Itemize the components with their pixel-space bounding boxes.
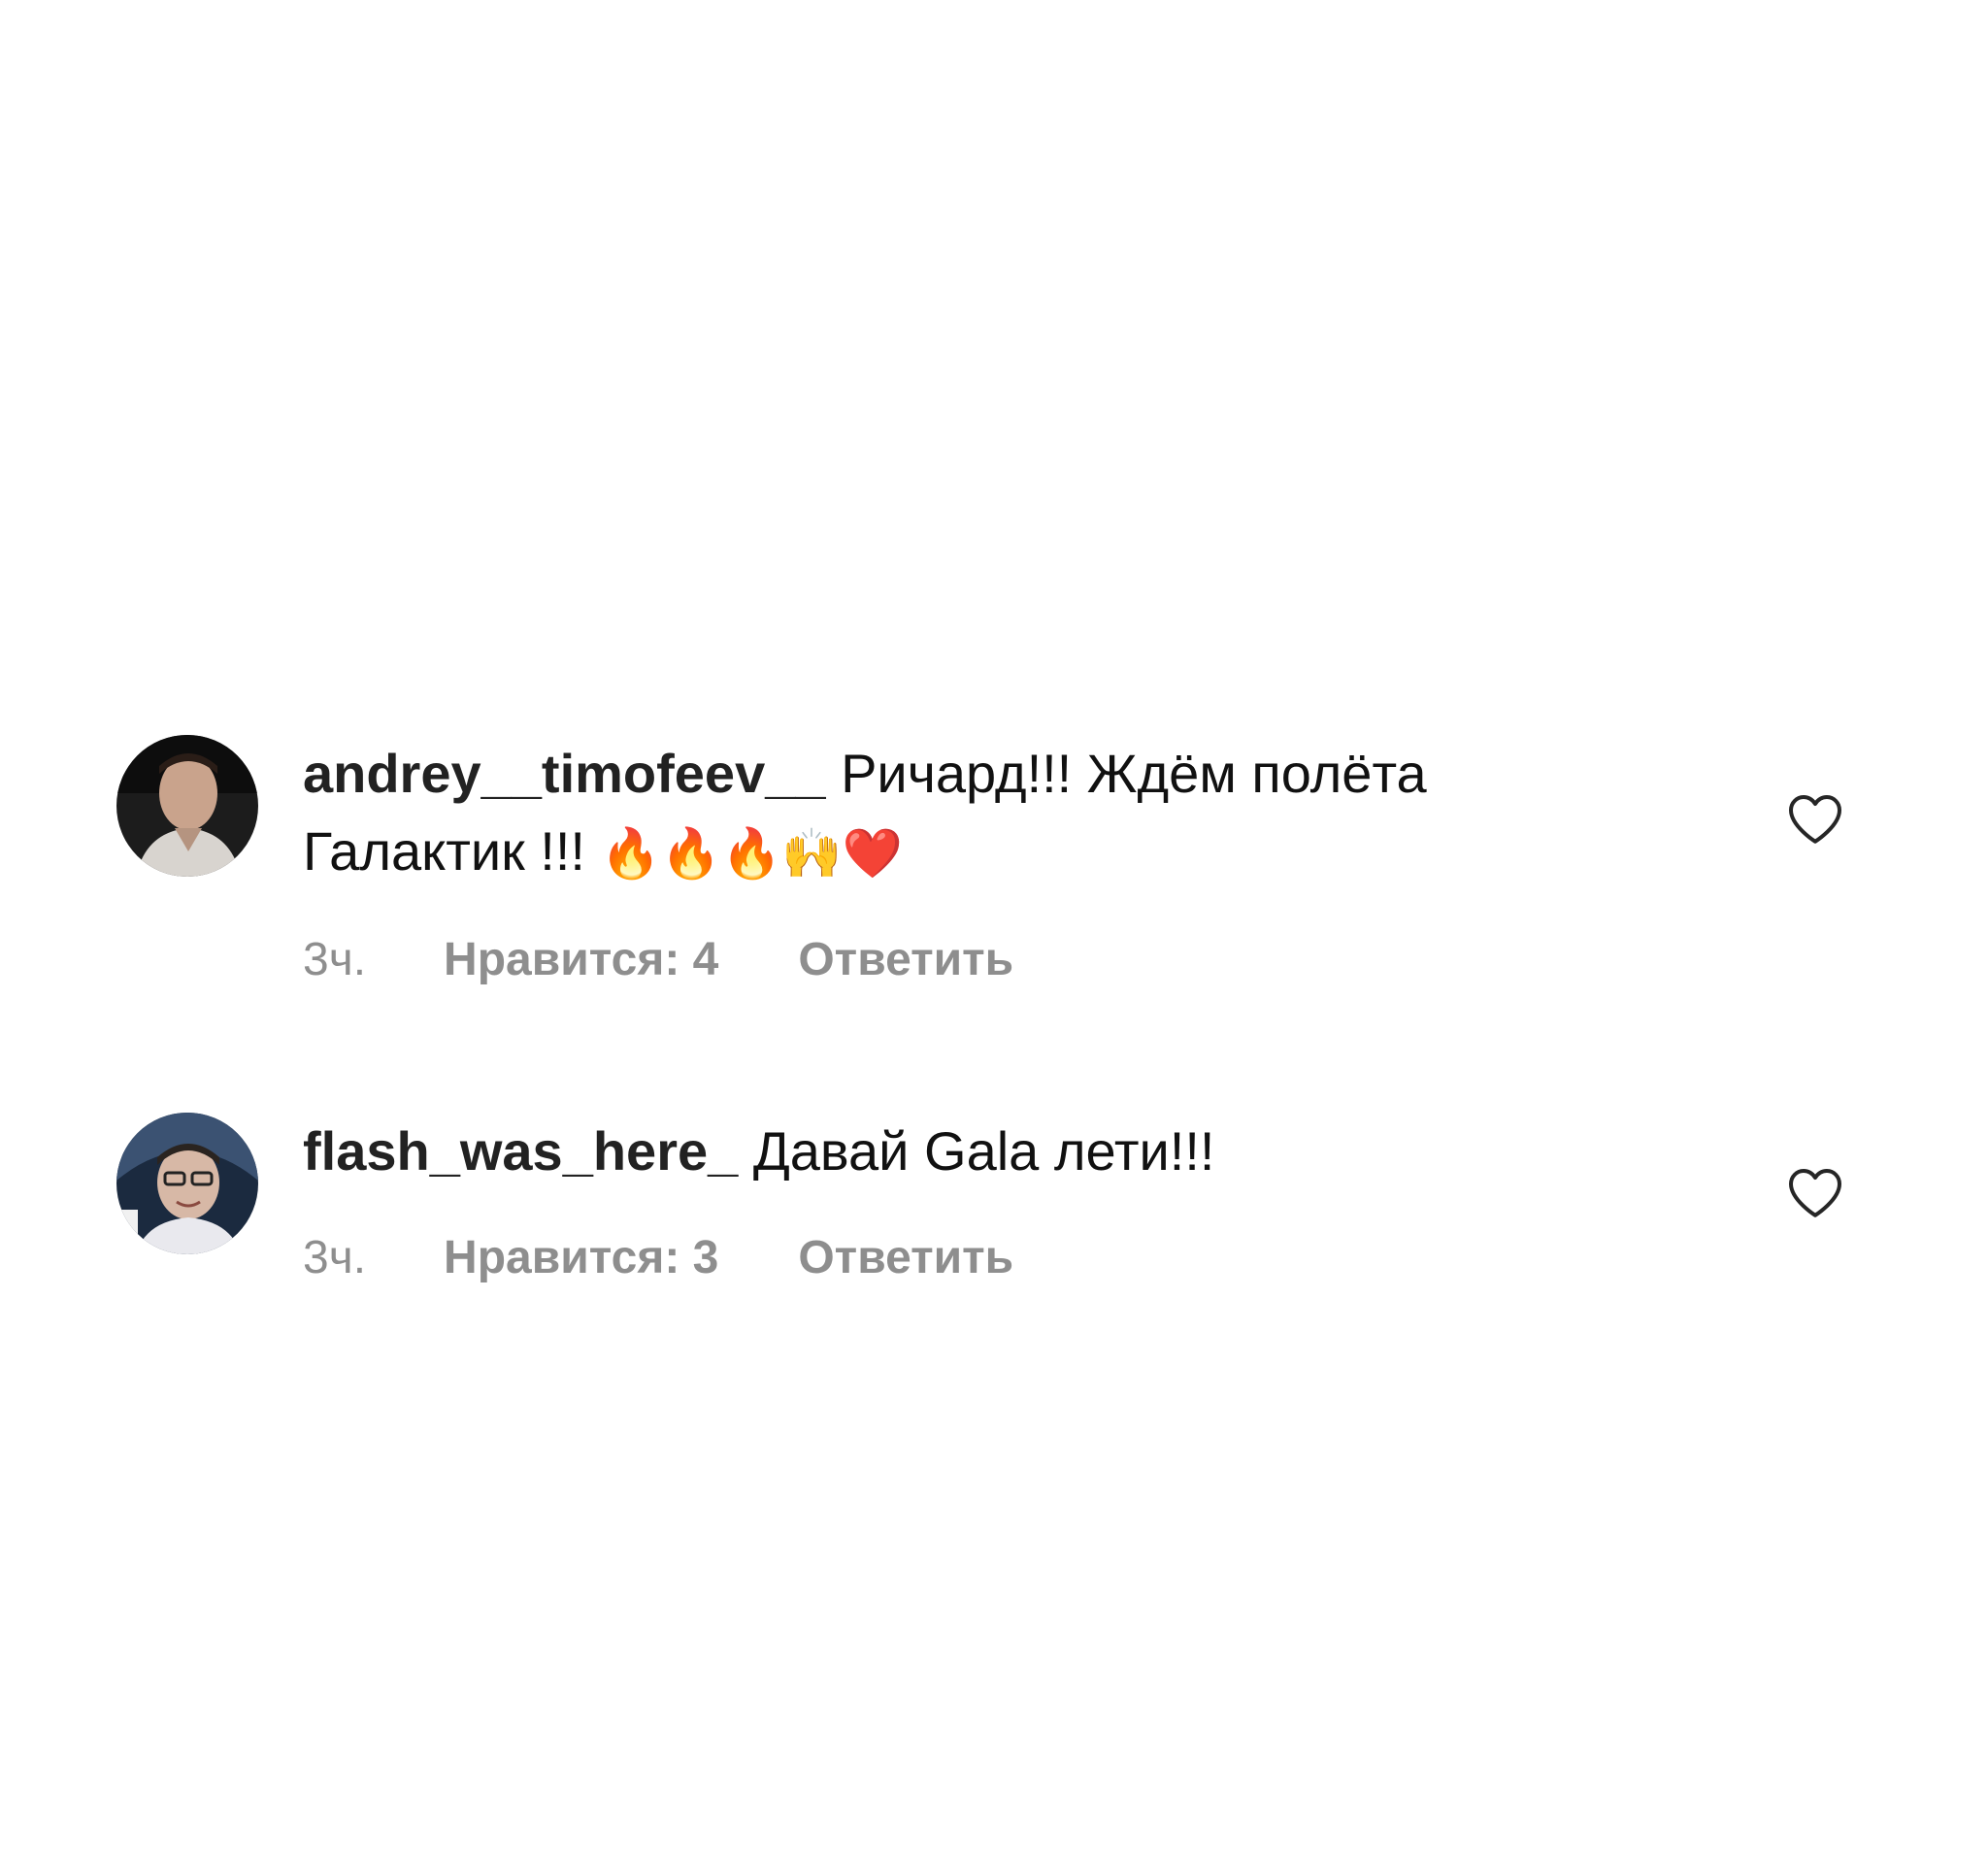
comment-message-line1: Ричард!!! Ждём полёта bbox=[841, 743, 1427, 804]
comment-timestamp[interactable]: 3ч. bbox=[303, 933, 366, 986]
comment-text: andrey__timofeev__ Ричард!!! Ждём полёта… bbox=[303, 735, 1681, 892]
comment-timestamp[interactable]: 3ч. bbox=[303, 1231, 366, 1284]
emoji-reactions: 🔥🔥🔥🙌❤️ bbox=[600, 825, 903, 882]
avatar-photo-icon bbox=[116, 735, 258, 877]
comment-meta: 3ч. Нравится: 4 Ответить bbox=[303, 933, 1681, 986]
likes-count[interactable]: Нравится: 3 bbox=[444, 1231, 718, 1284]
avatar[interactable] bbox=[116, 1113, 258, 1254]
heart-icon[interactable] bbox=[1786, 1165, 1844, 1219]
comment-body: flash_was_here_ Давай Gala лети!!! 3ч. Н… bbox=[303, 1113, 1681, 1284]
avatar-photo-icon bbox=[116, 1113, 258, 1254]
heart-icon[interactable] bbox=[1786, 791, 1844, 846]
comment-text: flash_was_here_ Давай Gala лети!!! bbox=[303, 1113, 1681, 1190]
reply-button[interactable]: Ответить bbox=[798, 1231, 1013, 1284]
username-link[interactable]: andrey__timofeev__ bbox=[303, 743, 826, 804]
comment-message-line2: Галактик !!! bbox=[303, 820, 585, 882]
comments-list: andrey__timofeev__ Ричард!!! Ждём полёта… bbox=[0, 0, 1988, 1865]
comment-message-line1: Давай Gala лети!!! bbox=[752, 1120, 1215, 1182]
likes-count[interactable]: Нравится: 4 bbox=[444, 933, 718, 986]
reply-button[interactable]: Ответить bbox=[798, 933, 1013, 986]
comment-meta: 3ч. Нравится: 3 Ответить bbox=[303, 1231, 1681, 1284]
username-link[interactable]: flash_was_here_ bbox=[303, 1120, 738, 1182]
avatar[interactable] bbox=[116, 735, 258, 877]
comment-body: andrey__timofeev__ Ричард!!! Ждём полёта… bbox=[303, 735, 1681, 986]
